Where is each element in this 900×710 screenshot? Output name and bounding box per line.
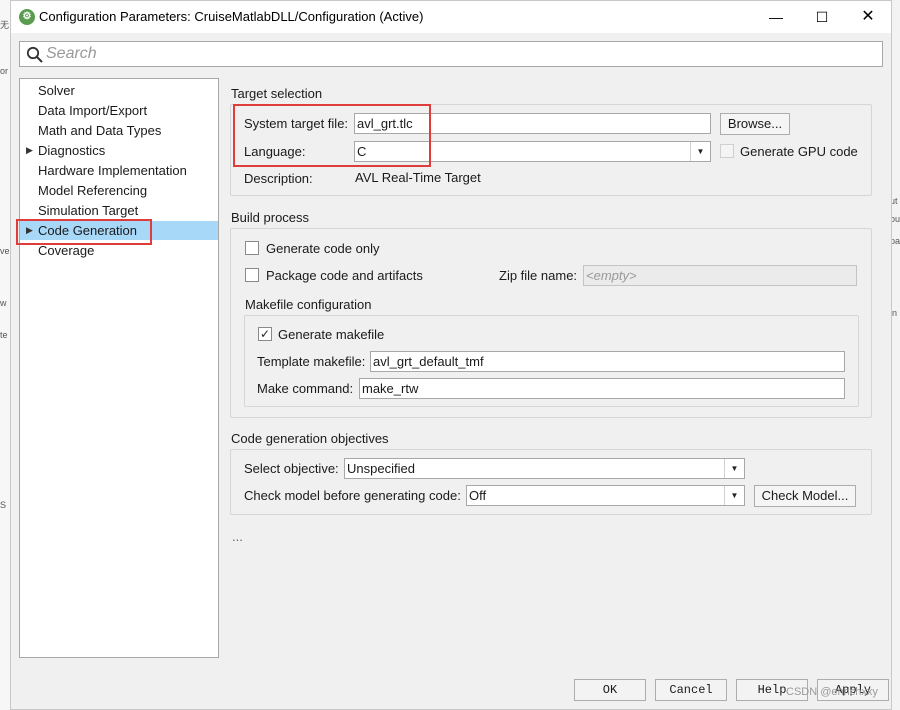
tree-item-label: Hardware Implementation xyxy=(38,163,187,178)
ok-button[interactable]: OK xyxy=(574,679,646,701)
tree-item-coverage[interactable]: Coverage xyxy=(20,241,218,260)
generate-gpu-checkbox[interactable] xyxy=(720,144,734,158)
tree-item-label: Code Generation xyxy=(38,223,138,238)
language-dropdown[interactable]: C ▼ xyxy=(354,141,711,162)
check-model-button[interactable]: Check Model... xyxy=(754,485,856,507)
csdn-watermark: CSDN @enrichxxy xyxy=(786,686,878,698)
make-command-label: Make command: xyxy=(257,381,354,396)
build-process-title: Build process xyxy=(231,210,310,225)
category-tree: Solver Data Import/Export Math and Data … xyxy=(19,78,219,658)
tree-item-label: Data Import/Export xyxy=(38,103,148,118)
tree-item-code-generation[interactable]: ▶ Code Generation xyxy=(20,221,218,240)
generate-code-only-label: Generate code only xyxy=(266,241,380,256)
window-title: Configuration Parameters: CruiseMatlabDL… xyxy=(39,9,424,24)
close-button[interactable]: ✕ xyxy=(845,1,891,33)
select-objective-dropdown[interactable]: Unspecified ▼ xyxy=(344,458,745,479)
cancel-button[interactable]: Cancel xyxy=(655,679,727,701)
template-makefile-label: Template makefile: xyxy=(257,354,366,369)
background-app-left: 无 or ve w te S xyxy=(0,0,10,710)
tree-item-label: Solver xyxy=(38,83,75,98)
target-selection-title: Target selection xyxy=(231,86,323,101)
chevron-down-icon: ▼ xyxy=(724,486,744,505)
tree-item-model-referencing[interactable]: Model Referencing xyxy=(20,181,218,200)
expand-arrow-icon[interactable]: ▶ xyxy=(26,141,33,160)
tree-item-diagnostics[interactable]: ▶ Diagnostics xyxy=(20,141,218,160)
tree-item-solver[interactable]: Solver xyxy=(20,81,218,100)
tree-item-label: Math and Data Types xyxy=(38,123,162,138)
tree-item-math-data-types[interactable]: Math and Data Types xyxy=(20,121,218,140)
makefile-config-title: Makefile configuration xyxy=(245,297,372,312)
more-ellipsis: ... xyxy=(232,529,243,544)
objectives-title: Code generation objectives xyxy=(231,431,389,446)
select-objective-value: Unspecified xyxy=(347,461,415,476)
expand-arrow-icon[interactable]: ▶ xyxy=(26,221,33,240)
minimize-button[interactable]: — xyxy=(753,1,799,33)
tree-item-hardware-implementation[interactable]: Hardware Implementation xyxy=(20,161,218,180)
configuration-dialog: ⚙ Configuration Parameters: CruiseMatlab… xyxy=(10,0,892,710)
search-box[interactable] xyxy=(19,41,883,67)
language-value: C xyxy=(357,144,367,159)
chevron-down-icon: ▼ xyxy=(690,142,710,161)
description-label: Description: xyxy=(244,171,313,186)
zip-file-name-field: <empty> xyxy=(583,265,857,286)
tree-item-simulation-target[interactable]: Simulation Target xyxy=(20,201,218,220)
check-model-dropdown[interactable]: Off ▼ xyxy=(466,485,745,506)
make-command-field[interactable]: make_rtw xyxy=(359,378,845,399)
search-icon xyxy=(26,46,43,63)
search-input[interactable] xyxy=(46,44,866,64)
tree-item-label: Simulation Target xyxy=(38,203,139,218)
template-makefile-field[interactable]: avl_grt_default_tmf xyxy=(370,351,845,372)
select-objective-label: Select objective: xyxy=(244,461,339,476)
description-value: AVL Real-Time Target xyxy=(355,170,481,185)
generate-gpu-label: Generate GPU code xyxy=(740,144,858,159)
tree-item-label: Diagnostics xyxy=(38,143,106,158)
generate-makefile-label: Generate makefile xyxy=(278,327,385,342)
system-target-file-field[interactable]: avl_grt.tlc xyxy=(354,113,711,134)
maximize-button[interactable]: ☐ xyxy=(799,1,845,33)
package-code-checkbox[interactable] xyxy=(245,268,259,282)
tree-item-label: Model Referencing xyxy=(38,183,148,198)
check-model-value: Off xyxy=(469,488,487,503)
browse-button[interactable]: Browse... xyxy=(720,113,790,135)
zip-file-name-label: Zip file name: xyxy=(499,268,578,283)
language-label: Language: xyxy=(244,144,306,159)
system-target-file-label: System target file: xyxy=(244,116,349,131)
tree-item-label: Coverage xyxy=(38,243,95,258)
simulink-app-icon: ⚙ xyxy=(19,9,35,25)
title-bar: ⚙ Configuration Parameters: CruiseMatlab… xyxy=(11,1,891,33)
tree-item-data-import-export[interactable]: Data Import/Export xyxy=(20,101,218,120)
chevron-down-icon: ▼ xyxy=(724,459,744,478)
generate-code-only-checkbox[interactable] xyxy=(245,241,259,255)
check-model-label: Check model before generating code: xyxy=(244,488,461,503)
generate-makefile-checkbox[interactable]: ✓ xyxy=(258,327,272,341)
package-code-label: Package code and artifacts xyxy=(266,268,423,283)
